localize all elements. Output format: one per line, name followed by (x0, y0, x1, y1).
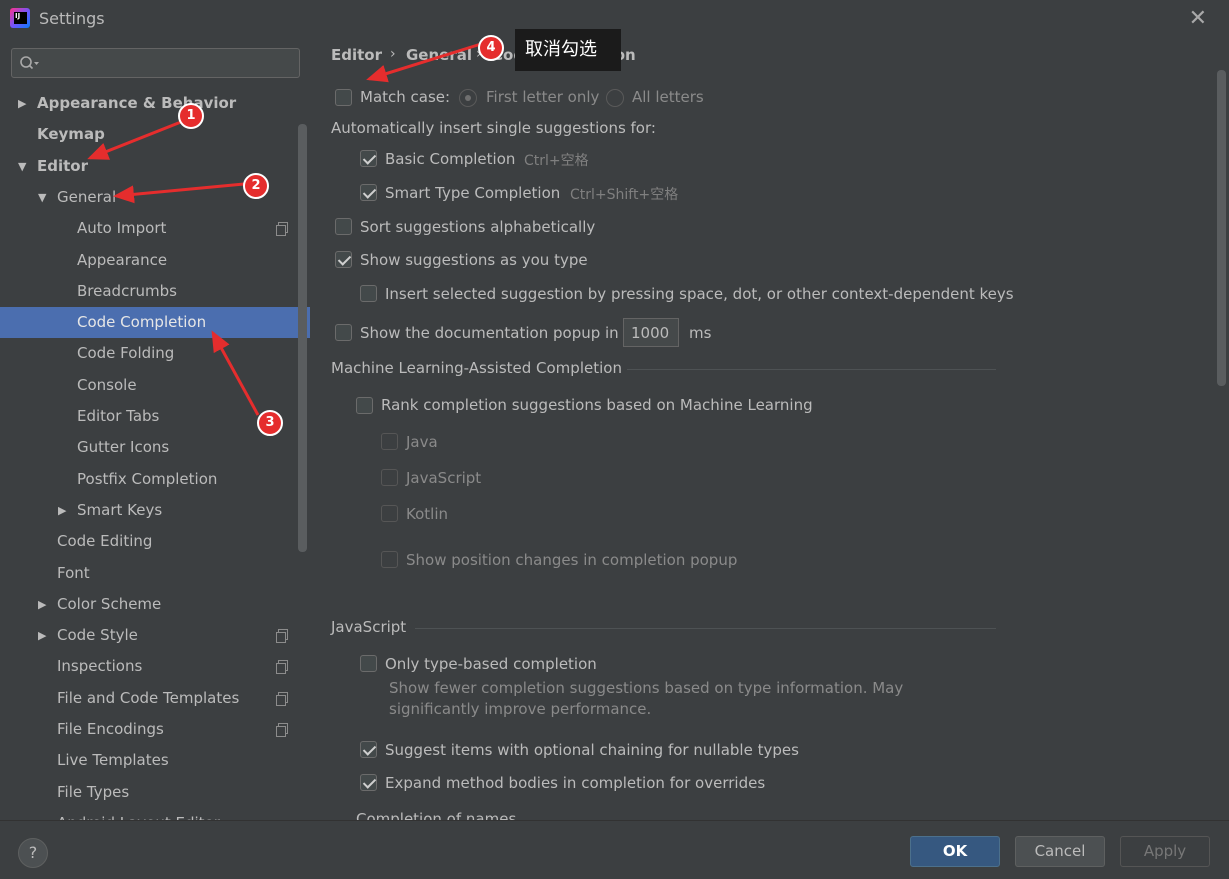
annotation-arrow-1 (87, 118, 187, 160)
annotation-badge: 4 (478, 35, 504, 61)
annotation-arrow-4 (366, 42, 482, 83)
annotation-badge: 1 (178, 103, 204, 129)
annotation-badge: 3 (257, 410, 283, 436)
apply-button[interactable]: Apply (1120, 836, 1210, 867)
annotation-arrow-3 (211, 330, 260, 416)
annotation-badge: 2 (243, 173, 269, 199)
annotation-arrows (87, 42, 482, 416)
help-button[interactable]: ? (18, 838, 48, 868)
annotation-arrow-2 (113, 182, 245, 204)
ok-button[interactable]: OK (910, 836, 1000, 867)
dialog-footer: ? OK Cancel Apply (0, 820, 1229, 879)
cancel-button[interactable]: Cancel (1015, 836, 1105, 867)
